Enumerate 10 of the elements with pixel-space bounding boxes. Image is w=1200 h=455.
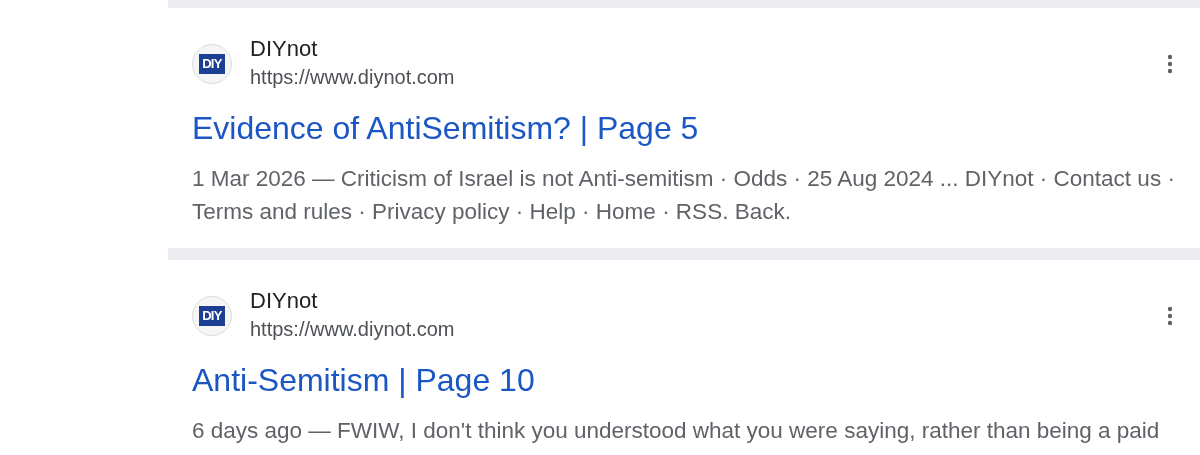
site-name: DIYnot bbox=[250, 36, 318, 62]
site-url: https://www.diynot.com bbox=[250, 317, 455, 342]
site-name: DIYnot bbox=[250, 288, 318, 314]
site-url: https://www.diynot.com bbox=[250, 65, 455, 90]
result-snippet: 1 Mar 2026 — Criticism of Israel is not Anti-semitism · Odds · 25 Aug 2024 ... DIYnot · Contact us · Terms and rules · Privacy policy · Help · Home · RSS. Back. bbox=[192, 165, 1176, 226]
result-snippet: 6 days ago — FWIW, I don't think you understood what you were saying, rather than being a paid bbox=[192, 417, 1161, 445]
result-title-link[interactable]: Evidence of AntiSemitism? | Page 5 bbox=[192, 108, 699, 148]
result-title-link[interactable]: Anti-Semitism | Page 10 bbox=[192, 360, 535, 400]
logo-text: DIY bbox=[199, 54, 225, 74]
logo-text: DIY bbox=[199, 306, 225, 326]
